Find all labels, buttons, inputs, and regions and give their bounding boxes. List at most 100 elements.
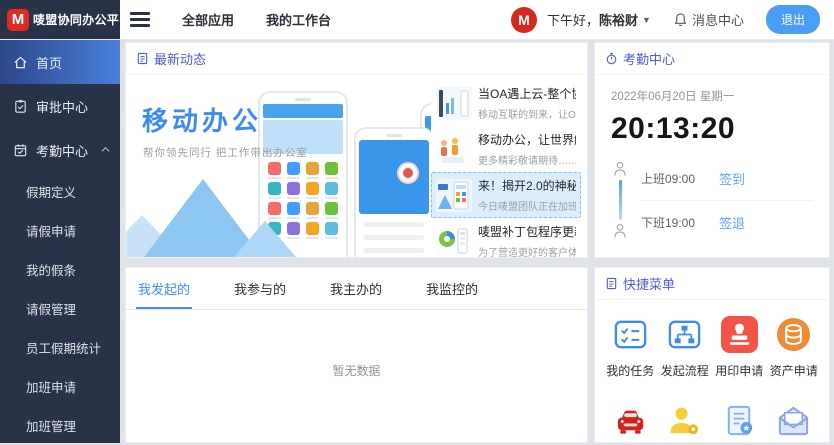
home-icon: [13, 55, 28, 70]
timeline-connector: [619, 180, 622, 220]
username: 陈裕财: [599, 13, 638, 28]
quick-item-vehicle-request[interactable]: 用车申请: [603, 403, 658, 443]
attendance-clock: 20:13:20: [611, 112, 813, 146]
attendance-row: 上班09:00 签到: [641, 156, 813, 200]
quick-item-meeting-request[interactable]: 会议申请: [658, 403, 713, 443]
news-item[interactable]: 移动办公，让世界触手可更多精彩敬请期待……: [431, 126, 581, 172]
news-desc: 为了营造更好的客户体验，唛: [478, 244, 576, 258]
quick-item-label: 我的任务: [603, 362, 658, 379]
panel-title: 最新动态: [154, 49, 206, 68]
news-item-highlighted[interactable]: 来！揭开2.0的神秘面纱~ 今日唛盟团队正在加班加点，: [431, 172, 581, 218]
news-item[interactable]: 唛盟补丁包程序更新为了营造更好的客户体验，唛: [431, 218, 581, 258]
check-in-link[interactable]: 签到: [719, 169, 745, 188]
bell-icon: [673, 12, 688, 27]
sidebar-subitem-overtime-management[interactable]: 加班管理: [0, 406, 120, 445]
phone-mockup: [354, 127, 431, 257]
news-item[interactable]: 当OA遇上云-整个协同OA 移动互联的到来，让OA与云: [431, 80, 581, 126]
quick-item-new-mail[interactable]: 新建邮件: [767, 403, 822, 443]
chevron-up-icon: [101, 146, 110, 153]
sidebar-subitem-leave-management[interactable]: 请假管理: [0, 289, 120, 328]
tab-participated-by-me[interactable]: 我参与的: [232, 268, 288, 309]
attendance-panel: 考勤中心 2022年06月20日 星期一 20:13:20 上班09:00 签到…: [594, 42, 830, 258]
top-header: M 唛盟协同办公平台 全部应用 我的工作台 M 下午好，陈裕财 ▼ 消息中心 退…: [0, 0, 834, 40]
nav-my-workbench[interactable]: 我的工作台: [266, 10, 331, 29]
quick-menu-panel: 快捷菜单 我的任务 发起流程 用印申请 资产申请 用车申请: [594, 267, 830, 443]
shift-label: 上班09:00: [641, 170, 719, 187]
news-thumbnail: [436, 225, 472, 258]
sidebar-subitem-leave-request[interactable]: 请假申请: [0, 211, 120, 250]
stamp-icon: [721, 316, 758, 353]
news-thumbnail: [436, 87, 472, 120]
document-icon: [136, 52, 149, 65]
quick-item-seal-request[interactable]: 用印申请: [712, 316, 767, 379]
contract-icon: [721, 403, 758, 440]
news-list: 当OA遇上云-整个协同OA 移动互联的到来，让OA与云 移动办公，让世界触手可更多…: [431, 75, 587, 257]
flow-icon: [666, 316, 703, 353]
banner-subline: 帮你领先同行 把工作带出办公室: [143, 145, 308, 160]
logout-button[interactable]: 退出: [766, 5, 820, 34]
sidebar-subitem-my-leave-slips[interactable]: 我的假条: [0, 250, 120, 289]
quick-item-new-contract[interactable]: 新建合同: [712, 403, 767, 443]
tasks-tab-bar: 我发起的 我参与的 我主办的 我监控的: [126, 268, 587, 310]
news-thumbnail: [436, 179, 472, 212]
car-icon: [612, 403, 649, 440]
sidebar-item-label: 首页: [36, 53, 62, 72]
empty-state-text: 暂无数据: [126, 310, 587, 379]
user-menu[interactable]: 下午好，陈裕财: [547, 10, 638, 29]
sidebar: 首页 审批中心 考勤中心 假期定义 请假申请 我的假条 请假管理 员工假期统计 …: [0, 40, 120, 443]
quick-item-start-flow[interactable]: 发起流程: [658, 316, 713, 379]
mobile-office-banner: 移动办公 帮你领先同行 把工作带出办公室: [126, 75, 431, 257]
sidebar-item-home[interactable]: 首页: [0, 40, 120, 84]
user-avatar[interactable]: M: [511, 7, 537, 33]
person-icon: [612, 161, 628, 177]
clipboard-icon: [13, 99, 28, 114]
greeting-text: 下午好，: [547, 13, 599, 28]
quick-item-asset-request[interactable]: 资产申请: [767, 316, 822, 379]
message-center[interactable]: 消息中心: [673, 10, 744, 29]
news-desc: 更多精彩敬请期待……: [478, 152, 576, 167]
attendance-date: 2022年06月20日 星期一: [611, 88, 813, 104]
news-title: 唛盟补丁包程序更新: [478, 223, 576, 240]
brand-area: M 唛盟协同办公平台: [0, 0, 120, 39]
panel-title: 快捷菜单: [623, 274, 675, 293]
sidebar-subitem-employee-leave-stats[interactable]: 员工假期统计: [0, 328, 120, 367]
app-logo: M: [7, 9, 29, 31]
latest-news-panel: 最新动态: [125, 42, 588, 258]
app-title: 唛盟协同办公平台: [33, 11, 131, 28]
banner-headline: 移动办公: [142, 101, 262, 138]
news-title: 来！揭开2.0的神秘面纱~: [478, 177, 576, 194]
mail-icon: [775, 403, 812, 440]
news-desc: 今日唛盟团队正在加班加点，: [478, 198, 576, 213]
nav-all-apps[interactable]: 全部应用: [182, 10, 234, 29]
asset-icon: [775, 316, 812, 353]
meeting-icon: [666, 403, 703, 440]
attendance-row: 下班19:00 签退: [641, 200, 813, 244]
stopwatch-icon: [605, 52, 618, 65]
tab-monitored-by-me[interactable]: 我监控的: [424, 268, 480, 309]
tab-initiated-by-me[interactable]: 我发起的: [136, 268, 192, 309]
news-title: 当OA遇上云-整个协同OA: [478, 85, 576, 102]
menu-collapse-icon[interactable]: [130, 9, 150, 30]
quick-item-label: 发起流程: [658, 362, 713, 379]
sidebar-item-approval-center[interactable]: 审批中心: [0, 84, 120, 128]
calendar-icon: [13, 143, 28, 158]
sidebar-item-label: 考勤中心: [36, 141, 88, 160]
task-list-icon: [612, 316, 649, 353]
person-icon: [612, 223, 628, 239]
news-title: 移动办公，让世界触手可: [478, 131, 576, 148]
sidebar-item-attendance-center[interactable]: 考勤中心: [0, 128, 120, 172]
panel-title: 考勤中心: [623, 49, 675, 68]
sidebar-subitem-overtime-request[interactable]: 加班申请: [0, 367, 120, 406]
message-center-label: 消息中心: [692, 10, 744, 29]
document-icon: [605, 277, 618, 290]
check-out-link[interactable]: 签退: [719, 213, 745, 232]
sidebar-item-label: 审批中心: [36, 97, 88, 116]
tab-hosted-by-me[interactable]: 我主办的: [328, 268, 384, 309]
quick-item-label: 用印申请: [712, 362, 767, 379]
chevron-down-icon[interactable]: ▼: [642, 15, 651, 25]
sidebar-subitem-holiday-definition[interactable]: 假期定义: [0, 172, 120, 211]
quick-item-my-tasks[interactable]: 我的任务: [603, 316, 658, 379]
news-desc: 移动互联的到来，让OA与云: [478, 106, 576, 121]
shift-label: 下班19:00: [641, 214, 719, 231]
quick-item-label: 资产申请: [767, 362, 822, 379]
